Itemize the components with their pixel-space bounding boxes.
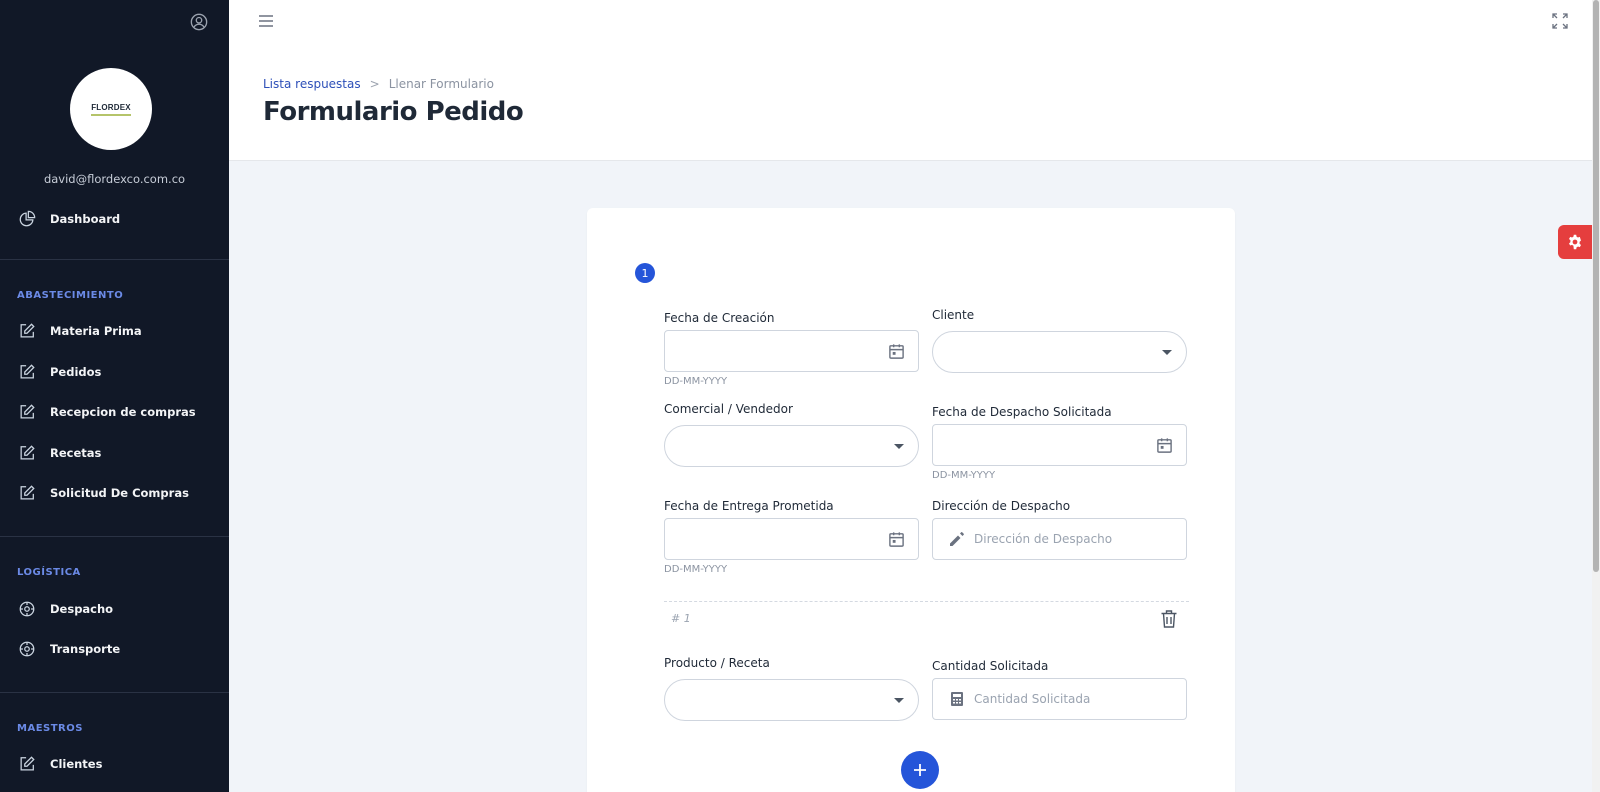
section-title-logistica: LOGÍSTICA: [17, 567, 81, 578]
direccion-placeholder: Dirección de Despacho: [974, 532, 1113, 546]
sidebar-item-label: Clientes: [50, 757, 103, 771]
chevron-right-icon: >: [369, 77, 380, 91]
sidebar-item-dashboard[interactable]: Dashboard: [18, 207, 120, 231]
fecha-despacho-label: Fecha de Despacho Solicitada: [932, 405, 1112, 419]
sidebar-item-recepcion-de-compras[interactable]: Recepcion de compras: [18, 400, 196, 424]
step-badge: 1: [635, 263, 655, 283]
chevron-down-icon: [894, 698, 904, 703]
company-logo: FLORDEX: [70, 68, 152, 150]
edit-icon: [20, 364, 35, 379]
sidebar-item-label: Transporte: [50, 642, 121, 656]
section-title-abastecimiento: ABASTECIMIENTO: [17, 290, 124, 301]
fecha-entrega-input[interactable]: [664, 518, 919, 560]
edit-icon: [20, 404, 35, 419]
item-number: # 1: [671, 612, 691, 625]
edit-icon: [20, 323, 35, 338]
trash-icon[interactable]: [1160, 609, 1178, 629]
breadcrumb-current: Llenar Formulario: [388, 77, 494, 91]
sidebar-item-label: Dashboard: [50, 212, 121, 226]
divider: [0, 536, 229, 537]
cantidad-input[interactable]: Cantidad Solicitada: [932, 678, 1187, 720]
add-item-button[interactable]: [901, 751, 939, 789]
sidebar-item-materia-prima[interactable]: Materia Prima: [18, 319, 142, 343]
sidebar-item-label: Solicitud De Compras: [50, 486, 189, 500]
fecha-creacion-hint: DD-MM-YYYY: [664, 376, 728, 387]
calendar-icon[interactable]: [888, 531, 905, 548]
edit-icon: [20, 445, 35, 460]
comercial-label: Comercial / Vendedor: [664, 402, 793, 416]
sidebar-item-clientes[interactable]: Clientes: [18, 752, 102, 776]
comercial-select[interactable]: [664, 425, 919, 467]
sidebar-item-despacho[interactable]: Despacho: [18, 597, 113, 621]
gear-outline-icon: [19, 601, 35, 617]
calendar-icon[interactable]: [1156, 437, 1173, 454]
user-email: david@flordexco.com.co: [43, 172, 186, 186]
sidebar-item-pedidos[interactable]: Pedidos: [18, 360, 101, 384]
edit-icon: [20, 485, 35, 500]
sidebar-item-solicitud-de-compras[interactable]: Solicitud De Compras: [18, 481, 189, 505]
cantidad-label: Cantidad Solicitada: [932, 659, 1049, 673]
sidebar-item-label: Recepcion de compras: [50, 405, 196, 419]
scrollbar-thumb[interactable]: [1593, 0, 1599, 572]
calculator-icon: [951, 692, 963, 706]
cantidad-placeholder: Cantidad Solicitada: [974, 692, 1091, 706]
sidebar-item-label: Materia Prima: [50, 324, 142, 338]
page-header: Lista respuestas > Llenar Formulario For…: [229, 0, 1592, 161]
plus-icon: [914, 764, 926, 776]
sidebar: FLORDEX david@flordexco.com.co Dashboard…: [0, 0, 229, 792]
fecha-despacho-input[interactable]: [932, 424, 1187, 466]
fecha-entrega-label: Fecha de Entrega Prometida: [664, 499, 834, 513]
cliente-label: Cliente: [932, 308, 975, 322]
item-divider: [664, 601, 1189, 602]
calendar-icon[interactable]: [888, 343, 905, 360]
chevron-down-icon: [1162, 350, 1172, 355]
sidebar-item-label: Despacho: [50, 602, 114, 616]
user-circle-icon[interactable]: [190, 13, 208, 31]
fecha-creacion-label: Fecha de Creación: [664, 311, 775, 325]
section-title-maestros: MAESTROS: [17, 723, 83, 734]
breadcrumb: Lista respuestas > Llenar Formulario: [263, 77, 494, 91]
page-scrollbar[interactable]: [1592, 0, 1600, 792]
pencil-icon: [950, 532, 964, 546]
pie-chart-icon: [19, 210, 36, 227]
fecha-despacho-hint: DD-MM-YYYY: [932, 470, 996, 481]
cliente-select[interactable]: [932, 331, 1187, 373]
direccion-input[interactable]: Dirección de Despacho: [932, 518, 1187, 560]
fullscreen-icon[interactable]: [1552, 13, 1568, 29]
producto-select[interactable]: [664, 679, 919, 721]
breadcrumb-link[interactable]: Lista respuestas: [263, 77, 361, 91]
settings-button[interactable]: [1558, 225, 1592, 259]
page-title: Formulario Pedido: [263, 97, 524, 127]
settings-icon: [1569, 234, 1581, 250]
sidebar-item-label: Pedidos: [50, 365, 102, 379]
fecha-entrega-hint: DD-MM-YYYY: [664, 564, 728, 575]
hamburger-icon[interactable]: [258, 14, 274, 28]
gear-outline-icon: [19, 641, 35, 657]
chevron-down-icon: [894, 444, 904, 449]
sidebar-item-recetas[interactable]: Recetas: [18, 441, 101, 465]
logo-text: FLORDEX: [91, 102, 131, 112]
edit-icon: [20, 756, 35, 771]
producto-label: Producto / Receta: [664, 656, 770, 670]
direccion-label: Dirección de Despacho: [932, 499, 1071, 513]
fecha-creacion-input[interactable]: [664, 330, 919, 372]
sidebar-item-label: Recetas: [50, 446, 102, 460]
form-card: 1 Fecha de Creación DD-MM-YYYY Cliente C…: [587, 208, 1235, 792]
divider: [0, 259, 229, 260]
sidebar-item-transporte[interactable]: Transporte: [18, 637, 120, 661]
divider: [0, 692, 229, 693]
